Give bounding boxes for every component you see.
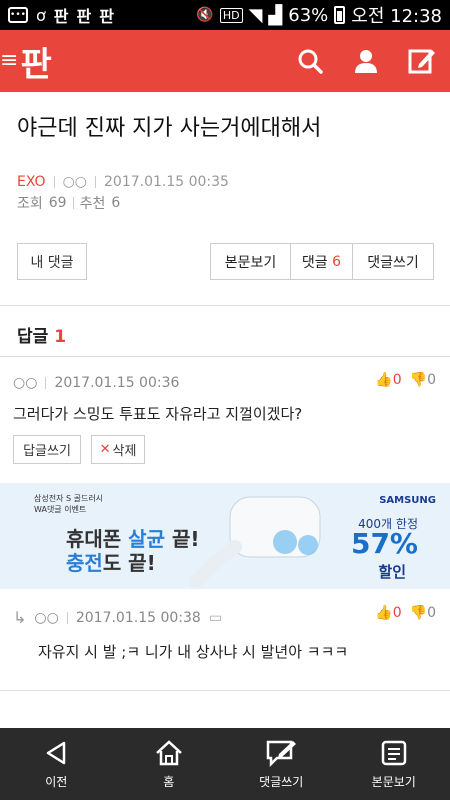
menu-icon[interactable]: ≡ [0, 50, 18, 72]
comments-label: 댓글 [301, 254, 328, 271]
divider [45, 377, 47, 389]
app-bar: ≡ 판 [0, 30, 450, 92]
ad-text: 충전 [66, 551, 103, 575]
mute-icon: 🔇 [196, 7, 214, 23]
divider [66, 611, 68, 624]
thumbs-up-icon: 👍 [375, 605, 393, 621]
nav-home[interactable]: 홈 [113, 728, 226, 800]
ad-sale: 할인 [378, 563, 406, 581]
search-icon[interactable] [292, 43, 328, 79]
nav-prev-label: 이전 [45, 774, 68, 789]
nav-home-label: 홈 [163, 774, 175, 789]
upvote-button[interactable]: 👍0 [375, 372, 401, 388]
downvote-button[interactable]: 👎0 [410, 372, 436, 388]
downvote-button[interactable]: 👎0 [410, 605, 436, 621]
app-notification-2: 판 [76, 7, 92, 26]
replies-header: 답글 1 [17, 322, 66, 347]
thumbs-down-icon: 👎 [409, 372, 428, 388]
divider [0, 690, 450, 691]
divider [0, 356, 450, 357]
reply-votes: 👍0 👎0 [375, 605, 436, 621]
post-title: 야근데 진짜 지가 사는거에대해서 [17, 116, 322, 141]
comment-text: 그러다가 스밍도 투표도 자유라고 지껄이겠다? [13, 405, 303, 423]
upvote-button[interactable]: 👍0 [375, 605, 401, 621]
comment-nickname: ○○ [13, 375, 38, 391]
downvote-count: 0 [427, 372, 436, 388]
post-date: 2017.01.15 00:35 [104, 174, 229, 190]
thumbs-up-icon: 👍 [375, 372, 393, 388]
message-icon: ••• [8, 7, 28, 23]
nav-view-label: 본문보기 [371, 774, 416, 789]
document-icon [381, 740, 406, 765]
back-icon [47, 741, 66, 764]
delete-button[interactable]: ✕ 삭제 [91, 435, 145, 464]
my-comments-button[interactable]: 내 댓글 [17, 243, 87, 280]
reply-text: 자유지 시 발 ;ㅋ 니가 내 상사냐 시 발년아 ㅋㅋㅋ [38, 643, 349, 661]
view-post-button[interactable]: 본문보기 [211, 244, 291, 279]
sanitizer-image [190, 496, 321, 587]
home-icon [155, 739, 182, 765]
ad-samsung: SAMSUNG [379, 495, 436, 506]
battery-percent: 63% [288, 4, 329, 26]
hd-icon: HD [219, 7, 243, 23]
nav-view[interactable]: 본문보기 [338, 728, 450, 800]
app-notification-1: 판 [53, 7, 69, 26]
divider [53, 176, 55, 188]
reply-button[interactable]: 답글쓰기 [13, 435, 81, 464]
logo[interactable]: ≡ 판 [0, 37, 52, 86]
wifi-icon: ◥ [248, 4, 263, 26]
comment-write-icon [267, 740, 297, 767]
post-meta: EXO ○○ 2017.01.15 00:35 [17, 174, 229, 190]
replies-label: 답글 [17, 327, 49, 347]
replies-count: 1 [54, 327, 67, 347]
ad-banner[interactable]: 삼성전자 S 골드러시 WA댓글 이벤트 휴대폰 살균 끝! 충전도 끝! SA… [0, 483, 450, 589]
comments-count: 6 [332, 253, 342, 270]
downvote-count: 0 [427, 605, 436, 621]
post-category[interactable]: EXO [17, 174, 46, 190]
divider [72, 197, 74, 209]
ad-event: WA댓글 이벤트 [34, 505, 87, 514]
delete-label: 삭제 [112, 444, 137, 459]
comments-button[interactable]: 댓글 6 [291, 244, 353, 279]
lock-icon: ▭ [208, 609, 223, 626]
recommend-count: 6 [111, 195, 121, 211]
bottom-nav: 이전 홈 댓글쓰기 본문보기 [0, 728, 450, 800]
ad-percent: 57% [350, 527, 418, 560]
status-bar: ••• ơ 판 판 판 🔇 HD ◥ ▟ 63% 오전 12:38 [0, 0, 450, 30]
signal-icon: ▟ [268, 4, 283, 26]
thumbs-down-icon: 👎 [409, 605, 428, 621]
recommend-label: 추천 [79, 196, 106, 212]
divider [95, 176, 96, 188]
post-actions: 본문보기 댓글 6 댓글쓰기 [210, 243, 434, 280]
ad-brandline: 삼성전자 S 골드러시 [34, 494, 104, 503]
divider [0, 305, 450, 306]
views-label: 조회 [17, 196, 43, 212]
views-count: 69 [48, 195, 67, 211]
ad-text: 도 끝! [102, 551, 156, 575]
write-comment-button[interactable]: 댓글쓰기 [353, 244, 433, 279]
app-notification-3: 판 [99, 7, 114, 26]
upvote-count: 0 [392, 605, 402, 621]
reply-date: 2017.01.15 00:38 [75, 609, 201, 626]
post-nickname: ○○ [62, 174, 87, 190]
nav-write[interactable]: 댓글쓰기 [225, 728, 338, 800]
logo-text: 판 [20, 44, 51, 85]
nav-prev[interactable]: 이전 [0, 728, 113, 800]
comment-meta: ○○ 2017.01.15 00:36 [13, 375, 179, 391]
close-icon: ✕ [99, 442, 111, 457]
user-icon[interactable] [348, 43, 384, 79]
clock: 오전 12:38 [351, 6, 442, 27]
notification-icon: ơ [36, 5, 46, 25]
comment-date: 2017.01.15 00:36 [54, 375, 180, 391]
battery-icon [334, 6, 346, 24]
ad-headline-2: 충전도 끝! [66, 547, 156, 576]
reply-arrow-icon: ↳ [13, 608, 27, 627]
comment-votes: 👍0 👎0 [375, 372, 436, 388]
reply-meta: ↳ ○○ 2017.01.15 00:38 ▭ [13, 608, 222, 627]
upvote-count: 0 [392, 372, 402, 388]
nav-write-label: 댓글쓰기 [259, 774, 304, 789]
reply-nickname: ○○ [34, 609, 59, 626]
edit-icon[interactable] [404, 43, 440, 79]
post-stats: 조회 69 추천 6 [17, 193, 120, 213]
